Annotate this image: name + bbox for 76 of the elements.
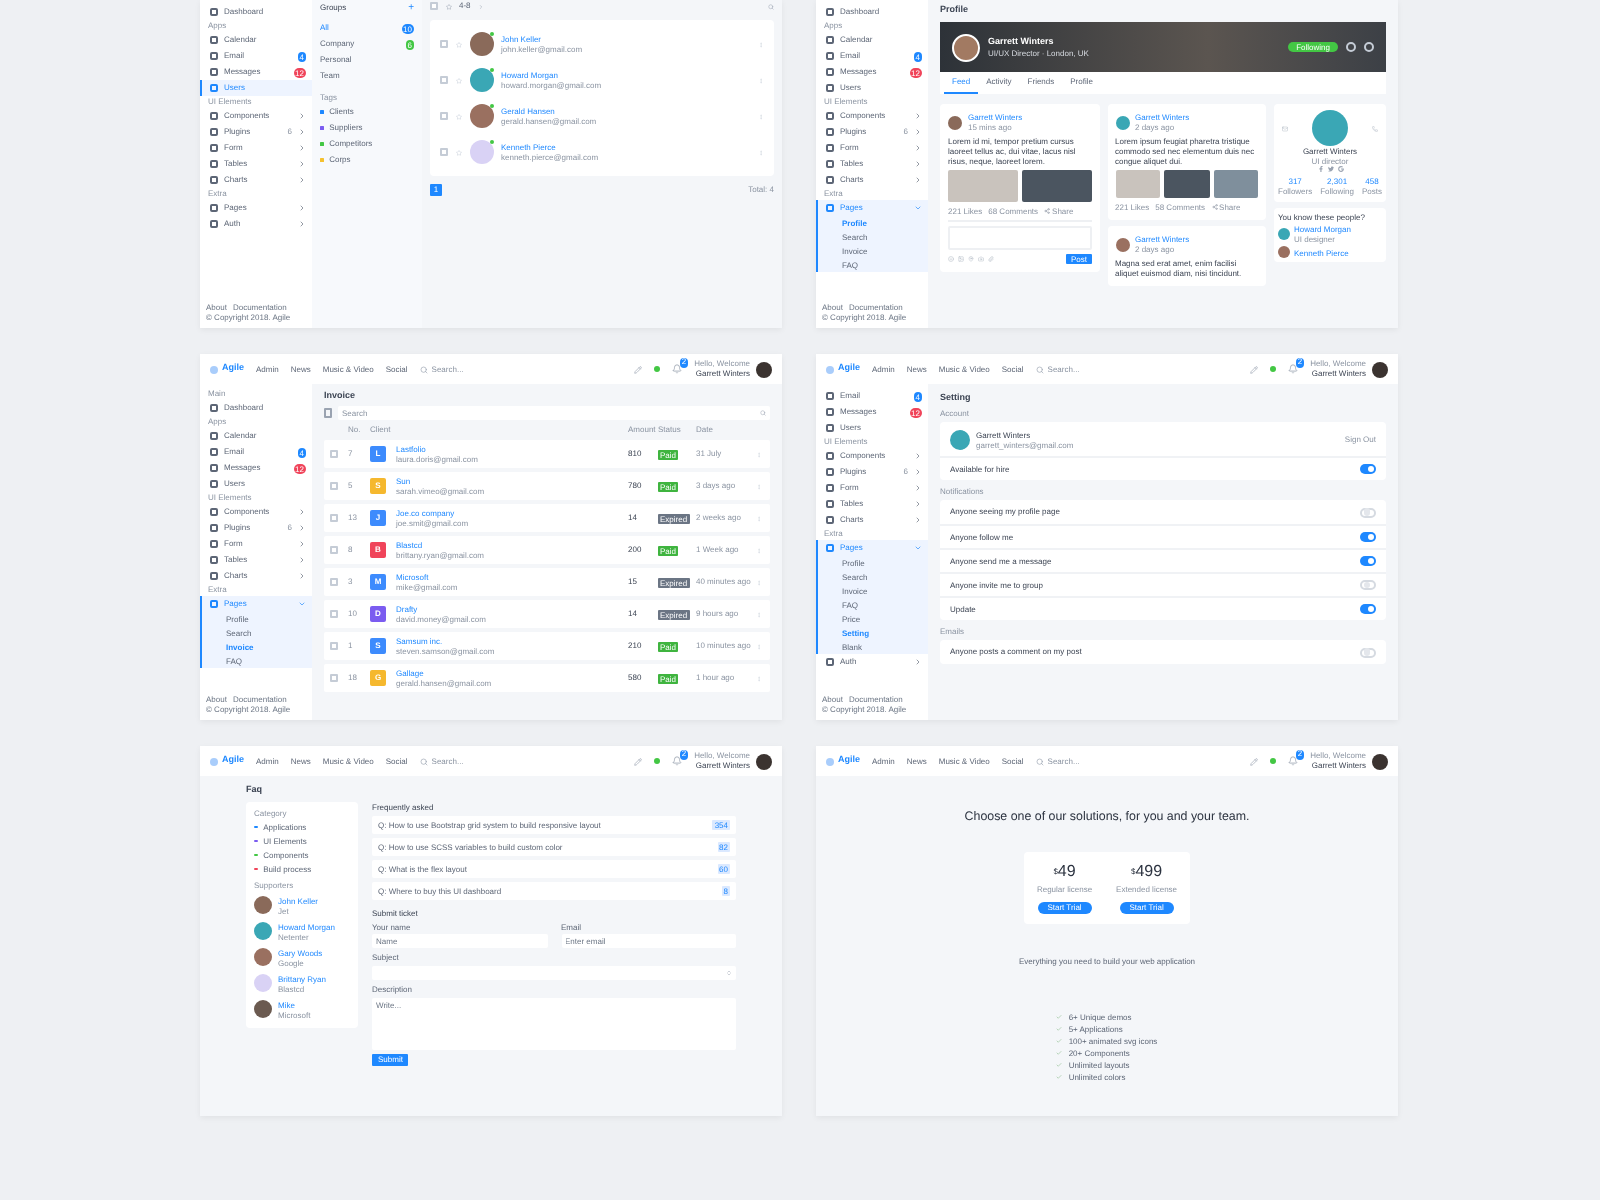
notification-icon[interactable] [1288, 364, 1299, 374]
toggle-switch[interactable] [1360, 532, 1376, 542]
star-icon[interactable] [445, 3, 451, 9]
avatar [469, 140, 493, 164]
avatar [1115, 237, 1129, 251]
checkbox[interactable] [330, 482, 337, 490]
checkbox[interactable] [330, 674, 337, 682]
avatar [1115, 115, 1129, 129]
paperclip-icon[interactable] [988, 256, 994, 262]
filter-icon[interactable] [324, 408, 332, 418]
toggle-switch[interactable] [1360, 464, 1376, 474]
checkbox[interactable] [330, 450, 337, 458]
checkbox[interactable] [330, 546, 337, 554]
pencil-icon[interactable] [634, 757, 643, 765]
pencil-icon[interactable] [1250, 365, 1259, 373]
search-icon [1035, 365, 1044, 373]
twitter-icon[interactable] [1327, 166, 1333, 172]
subject-select[interactable] [372, 966, 736, 980]
pencil-icon[interactable] [1250, 757, 1259, 765]
avatar[interactable] [1372, 361, 1388, 377]
facebook-icon[interactable] [1317, 166, 1323, 172]
toggle-switch[interactable] [1360, 604, 1376, 614]
mail-icon[interactable] [1282, 125, 1288, 131]
photo-placeholder [1164, 170, 1209, 198]
photo-placeholder [1213, 170, 1258, 198]
toggle-switch[interactable] [1360, 556, 1376, 566]
menu-icon [210, 8, 218, 16]
avatar [948, 115, 962, 129]
menu-icon [826, 204, 834, 212]
checkbox[interactable] [330, 578, 337, 586]
photo-placeholder [948, 170, 1018, 202]
avatar [469, 104, 493, 128]
photo-placeholder [1021, 170, 1091, 202]
checkbox[interactable] [440, 148, 447, 156]
logo-icon [210, 365, 218, 373]
search-icon[interactable] [768, 3, 774, 9]
pin-icon[interactable] [968, 256, 974, 262]
checkbox[interactable] [440, 112, 447, 120]
logo-icon [826, 365, 834, 373]
share-icon [1044, 208, 1051, 214]
avatar[interactable] [1372, 753, 1388, 769]
checkbox[interactable] [430, 2, 437, 10]
menu-icon [210, 404, 218, 412]
avatar [469, 32, 493, 56]
share-icon [1211, 204, 1218, 210]
logo-icon [210, 757, 218, 765]
checkbox[interactable] [330, 642, 337, 650]
search-icon [760, 410, 766, 416]
menu-icon [826, 8, 834, 16]
phone-icon[interactable] [1372, 125, 1378, 131]
toggle-switch[interactable] [1360, 580, 1376, 590]
menu-icon [826, 544, 834, 552]
pencil-icon[interactable] [634, 365, 643, 373]
google-icon[interactable] [1337, 166, 1343, 172]
logo-icon [826, 757, 834, 765]
avatar [950, 429, 970, 449]
camera-icon[interactable] [978, 256, 984, 262]
checkbox[interactable] [440, 76, 447, 84]
menu-icon [210, 600, 218, 608]
search-icon [419, 757, 428, 765]
photo-placeholder [1115, 170, 1160, 198]
notification-icon[interactable] [1288, 756, 1299, 766]
avatar [1312, 110, 1348, 146]
search-icon [1035, 757, 1044, 765]
checkbox[interactable] [330, 514, 337, 522]
checkbox[interactable] [330, 610, 337, 618]
toggle-switch[interactable] [1360, 647, 1376, 657]
avatar[interactable] [756, 753, 772, 769]
toggle-switch[interactable] [1360, 507, 1376, 517]
notification-icon[interactable] [672, 364, 683, 374]
avatar[interactable] [756, 361, 772, 377]
notification-icon[interactable] [672, 756, 683, 766]
checkbox[interactable] [440, 40, 447, 48]
avatar [469, 68, 493, 92]
menu-icon [826, 658, 834, 666]
search-icon [419, 365, 428, 373]
